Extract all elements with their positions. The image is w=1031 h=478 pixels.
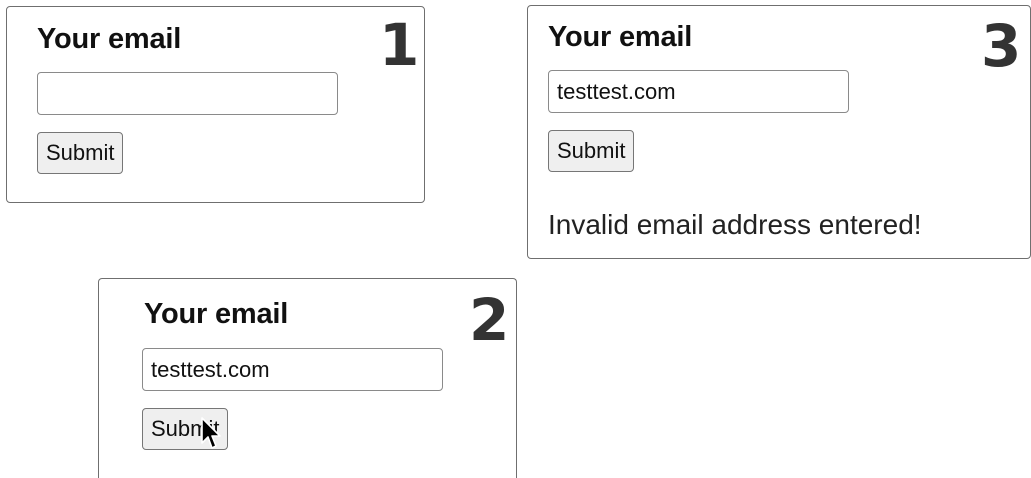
email-input[interactable]	[142, 348, 443, 391]
submit-button[interactable]: Submit	[142, 408, 229, 450]
form-heading: Your email	[144, 298, 289, 330]
email-form-step-1: Your email 1 Submit	[6, 6, 425, 203]
error-message: Invalid email address entered!	[548, 209, 922, 240]
step-number: 1	[379, 11, 420, 79]
email-form-step-3: Your email 3 Submit Invalid email addres…	[527, 5, 1031, 259]
form-heading: Your email	[37, 23, 182, 55]
form-heading: Your email	[548, 21, 693, 53]
submit-button[interactable]: Submit	[37, 132, 124, 174]
submit-button[interactable]: Submit	[548, 130, 635, 172]
step-number: 3	[981, 12, 1022, 80]
email-form-step-2: Your email 2 Submit	[98, 278, 517, 478]
email-input[interactable]	[548, 70, 849, 113]
email-input[interactable]	[37, 72, 338, 115]
step-number: 2	[469, 286, 510, 354]
